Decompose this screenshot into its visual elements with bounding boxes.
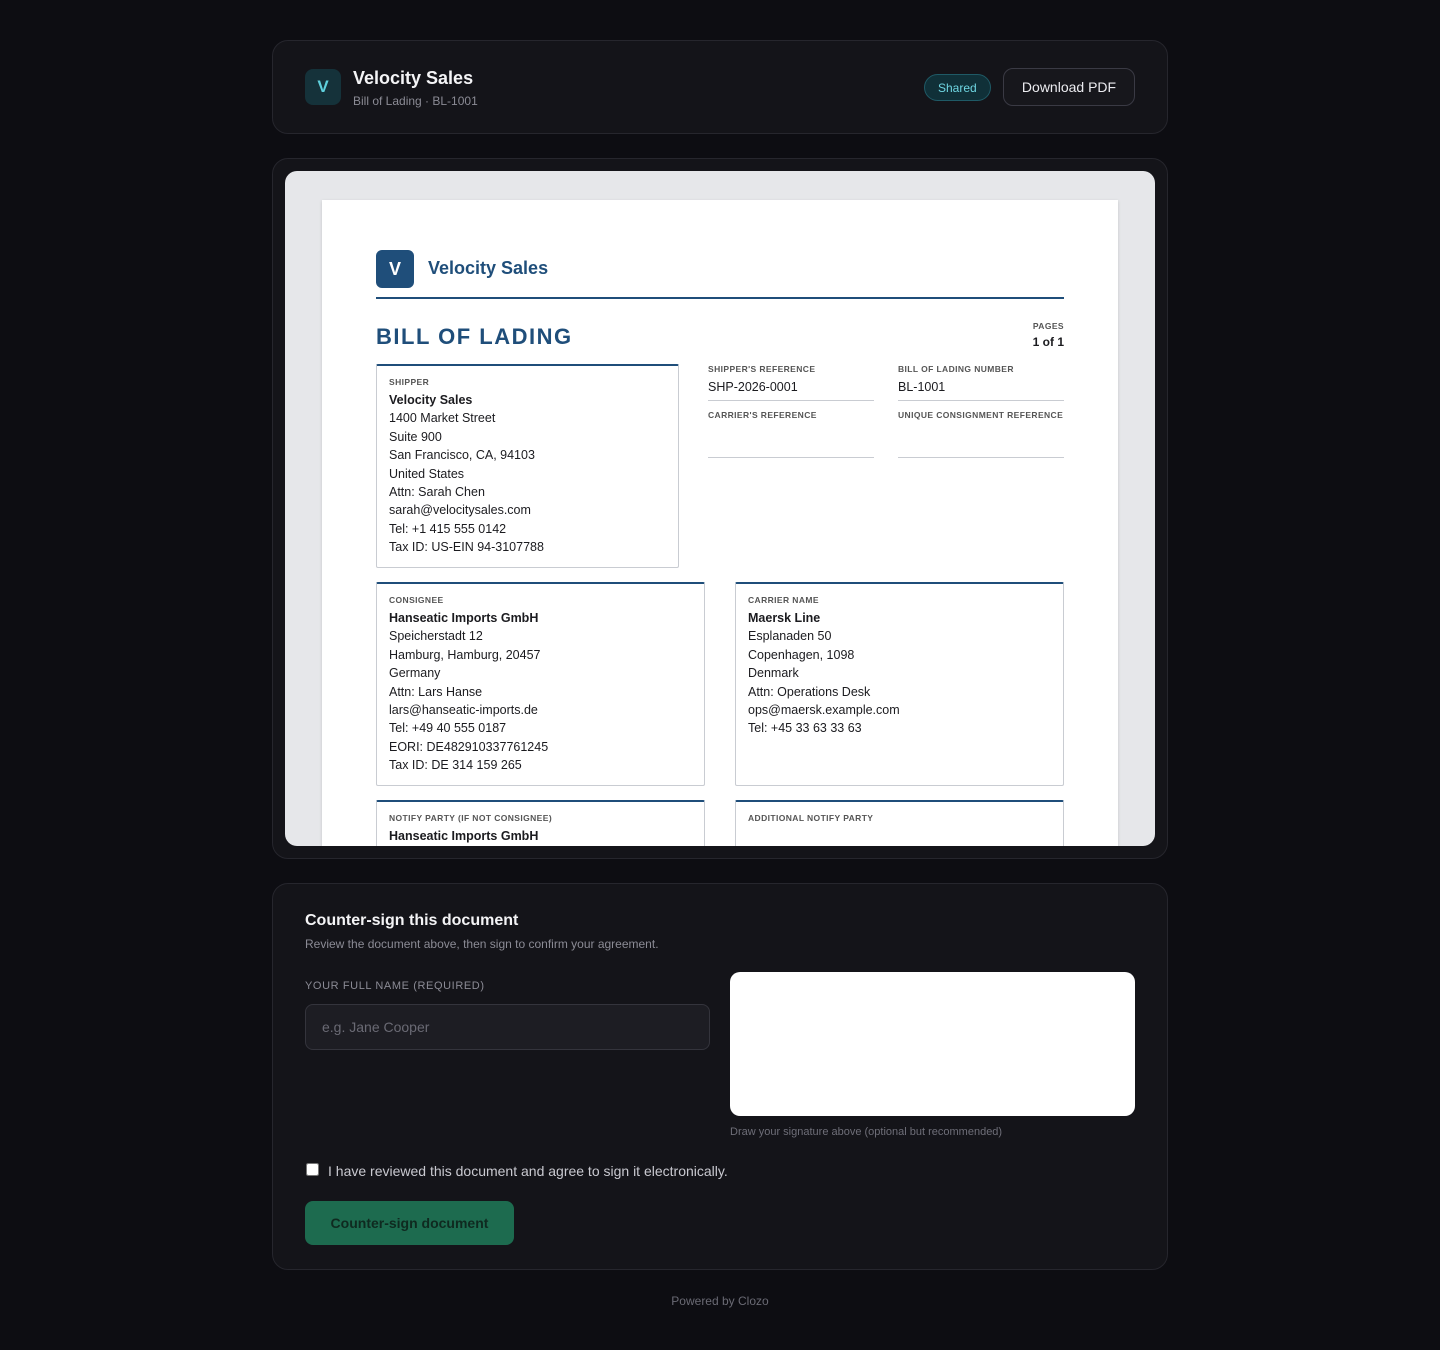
consignee-address-line: Speicherstadt 12	[389, 629, 483, 644]
shipper-reference-field: SHIPPER'S REFERENCE SHP-2026-0001	[708, 364, 874, 401]
full-name-input[interactable]	[305, 1004, 710, 1050]
notify-party-label: NOTIFY PARTY (IF NOT CONSIGNEE)	[389, 813, 553, 823]
shipper-address-line: Suite 900	[389, 429, 442, 444]
shipper-label: SHIPPER	[389, 377, 430, 387]
shipper-tax-id: Tax ID: US-EIN 94-3107788	[389, 540, 544, 555]
carrier-reference-field: CARRIER'S REFERENCE	[708, 410, 874, 458]
consignee-eori: EORI: DE482910337761245	[389, 739, 549, 754]
carrier-box: CARRIER NAME Maersk Line Esplanaden 50 C…	[735, 582, 1064, 786]
carrier-reference-label: CARRIER'S REFERENCE	[708, 410, 817, 420]
notify-party-box: NOTIFY PARTY (IF NOT CONSIGNEE) Hanseati…	[376, 800, 705, 846]
consignee-name: Hanseatic Imports GmbH	[389, 611, 539, 625]
consignee-box: CONSIGNEE Hanseatic Imports GmbH Speiche…	[376, 582, 705, 786]
doc-title: BILL OF LADING	[376, 324, 573, 349]
shipper-address-line: United States	[389, 466, 465, 481]
agree-checkbox[interactable]	[306, 1163, 319, 1176]
carrier-email: ops@maersk.example.com	[748, 703, 900, 718]
carrier-address-line: Esplanaden 50	[748, 629, 832, 644]
bill-of-lading-number-label: BILL OF LADING NUMBER	[898, 364, 1014, 374]
carrier-name: Maersk Line	[748, 611, 821, 625]
additional-notify-party-box: ADDITIONAL NOTIFY PARTY	[735, 800, 1064, 846]
consignee-attn: Attn: Lars Hanse	[389, 684, 483, 699]
counter-sign-heading: Counter-sign this document	[305, 912, 519, 929]
doc-brand-name: Velocity Sales	[428, 258, 549, 278]
consignee-address-line: Germany	[389, 666, 441, 681]
bill-of-lading-number-value: BL-1001	[898, 380, 946, 394]
carrier-attn: Attn: Operations Desk	[748, 684, 871, 699]
notify-party-name: Hanseatic Imports GmbH	[389, 829, 539, 843]
agree-label[interactable]: I have reviewed this document and agree …	[328, 1163, 728, 1179]
carrier-label: CARRIER NAME	[748, 595, 819, 605]
carrier-address-line: Copenhagen, 1098	[748, 647, 855, 662]
shipper-box: SHIPPER Velocity Sales 1400 Market Stree…	[376, 364, 679, 568]
shipper-name: Velocity Sales	[389, 393, 473, 407]
pages-value: 1 of 1	[1032, 335, 1064, 349]
shipper-reference-value: SHP-2026-0001	[708, 380, 798, 394]
doc-logo: V	[376, 250, 414, 288]
document-scroll-area[interactable]: V Velocity Sales BILL OF LADING PAGES 1 …	[285, 171, 1155, 846]
consignee-phone: Tel: +49 40 555 0187	[389, 721, 507, 736]
counter-sign-card: Counter-sign this document Review the do…	[272, 883, 1168, 1270]
additional-notify-party-label: ADDITIONAL NOTIFY PARTY	[748, 813, 874, 823]
bill-of-lading-number-field: BILL OF LADING NUMBER BL-1001	[898, 364, 1064, 401]
document-subtitle: Bill of Lading · BL-1001	[353, 94, 478, 108]
unique-consignment-reference-label: UNIQUE CONSIGNMENT REFERENCE	[898, 410, 1064, 420]
company-name: Velocity Sales	[353, 68, 474, 88]
shipper-address-line: San Francisco, CA, 94103	[389, 448, 535, 463]
consignee-email: lars@hanseatic-imports.de	[389, 703, 538, 718]
signature-pad-hint: Draw your signature above (optional but …	[730, 1126, 1003, 1138]
document-page: V Velocity Sales BILL OF LADING PAGES 1 …	[322, 200, 1118, 846]
powered-by-footer: Powered by Clozo	[671, 1294, 769, 1308]
shipper-address-line: 1400 Market Street	[389, 411, 496, 426]
shipper-attn: Attn: Sarah Chen	[389, 485, 485, 500]
status-badge: Shared	[924, 74, 991, 101]
company-logo: V	[305, 69, 341, 105]
shipper-phone: Tel: +1 415 555 0142	[389, 521, 507, 536]
doc-header-divider	[376, 297, 1064, 299]
consignee-label: CONSIGNEE	[389, 595, 444, 605]
unique-consignment-reference-field: UNIQUE CONSIGNMENT REFERENCE	[898, 410, 1064, 458]
counter-sign-button[interactable]: Counter-sign document	[305, 1201, 514, 1245]
signature-pad[interactable]	[730, 972, 1135, 1116]
carrier-phone: Tel: +45 33 63 33 63	[748, 721, 862, 736]
consignee-address-line: Hamburg, Hamburg, 20457	[389, 647, 541, 662]
carrier-address-line: Denmark	[748, 666, 799, 681]
header-card: V Velocity Sales Bill of Lading · BL-100…	[272, 40, 1168, 134]
shipper-email: sarah@velocitysales.com	[389, 503, 531, 518]
download-pdf-button[interactable]: Download PDF	[1003, 68, 1135, 106]
full-name-label: YOUR FULL NAME (REQUIRED)	[305, 980, 485, 992]
shipper-reference-label: SHIPPER'S REFERENCE	[708, 364, 816, 374]
pages-label: PAGES	[1032, 321, 1064, 331]
consignee-tax-id: Tax ID: DE 314 159 265	[389, 758, 522, 773]
counter-sign-description: Review the document above, then sign to …	[305, 937, 659, 951]
document-viewer: V Velocity Sales BILL OF LADING PAGES 1 …	[272, 158, 1168, 859]
